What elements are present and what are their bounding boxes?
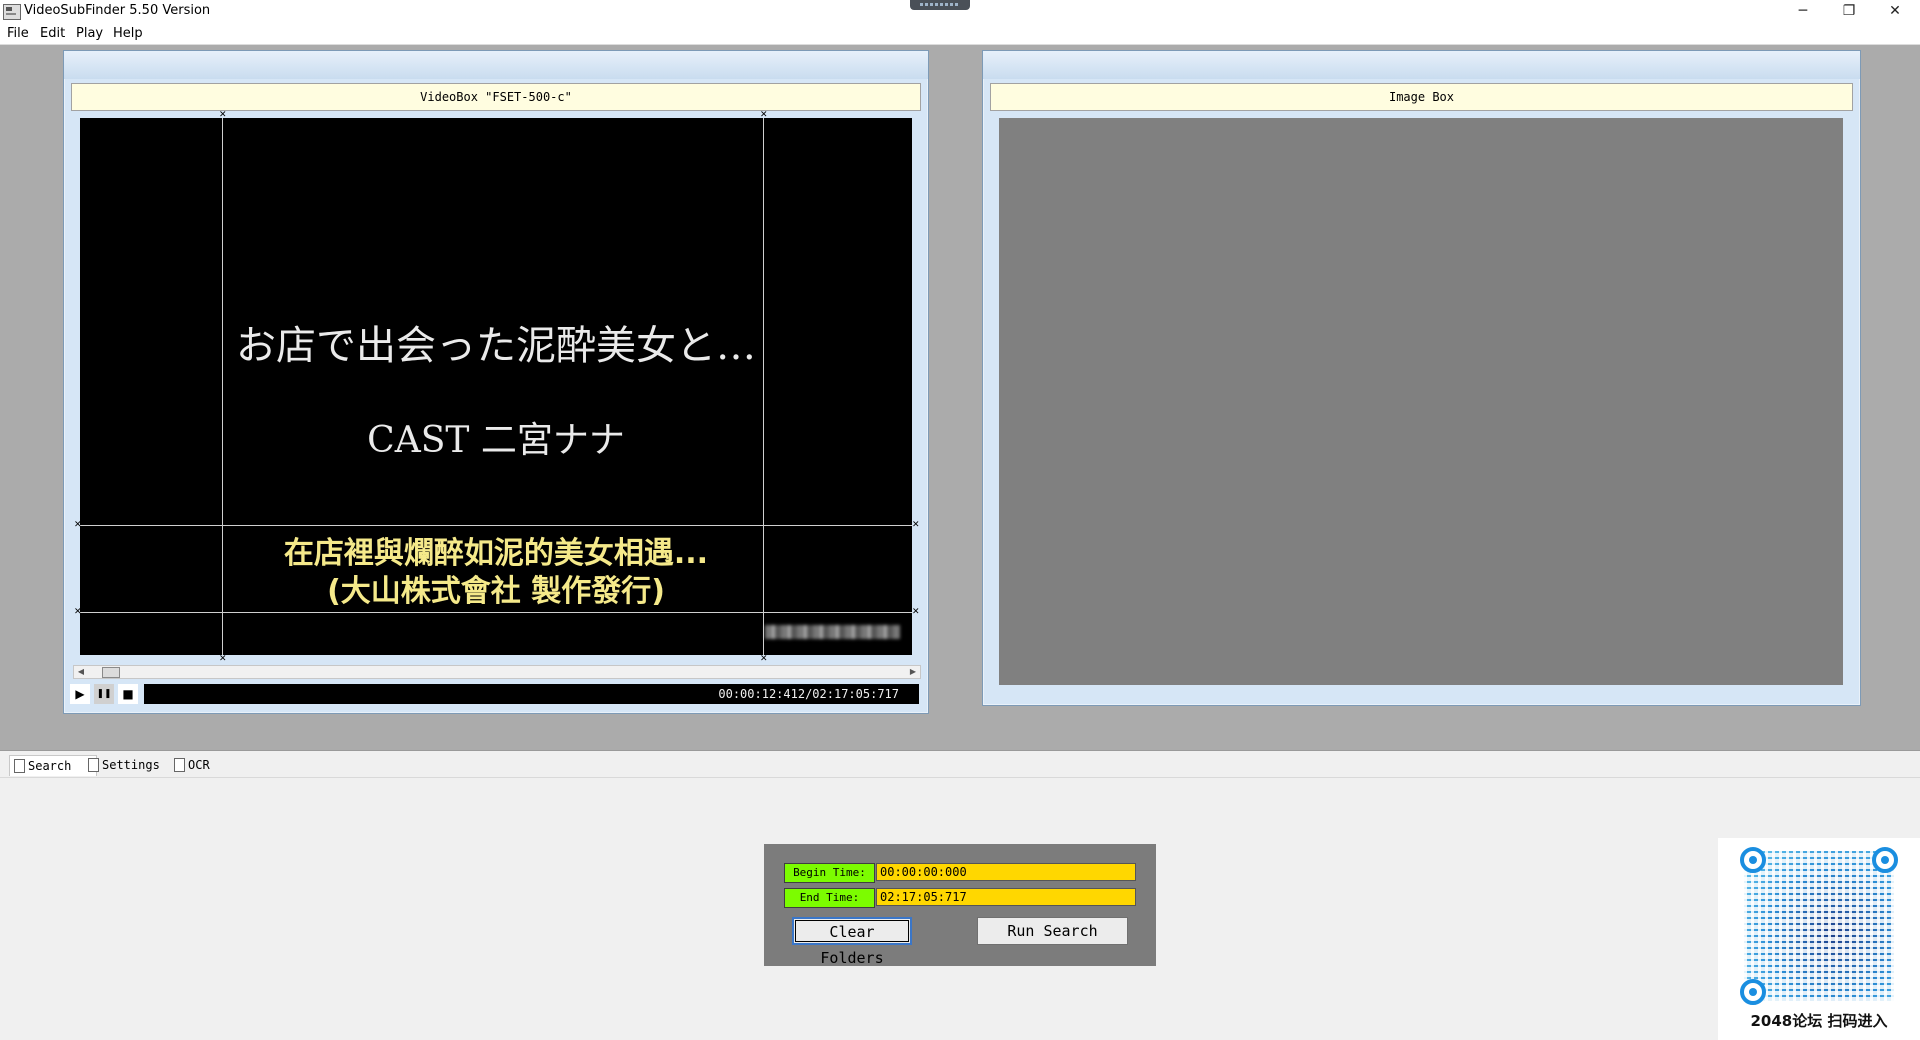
menu-edit[interactable]: Edit — [40, 26, 65, 41]
tab-strip: Search Settings OCR — [0, 751, 1920, 778]
image-panel-header[interactable] — [983, 51, 1860, 79]
end-time-label: End Time: — [784, 888, 875, 908]
menu-bar: File Edit Play Help — [0, 24, 1920, 45]
crop-marker-right-top-icon[interactable]: ✕ — [912, 521, 920, 530]
menu-help[interactable]: Help — [113, 26, 143, 41]
begin-time-label: Begin Time: — [784, 863, 875, 883]
play-button[interactable]: ▶ — [70, 684, 90, 704]
begin-time-field[interactable]: 00:00:00:000 — [876, 863, 1136, 881]
pause-button[interactable]: ❚❚ — [94, 684, 114, 704]
seek-right-arrow-icon[interactable]: ▶ — [906, 666, 920, 678]
qr-code-image — [1740, 847, 1898, 1005]
crop-line-left[interactable] — [222, 118, 223, 655]
video-frame[interactable]: お店で出会った泥酔美女と… CAST 二宮ナナ 在店裡與爛醉如泥的美女相遇...… — [80, 118, 912, 655]
crop-marker-right-bottom-icon[interactable]: ✕ — [912, 608, 920, 617]
crop-line-right[interactable] — [763, 118, 764, 655]
menu-file[interactable]: File — [7, 26, 29, 41]
end-time-field[interactable]: 02:17:05:717 — [876, 888, 1136, 906]
tab-settings[interactable]: Settings — [84, 755, 182, 775]
video-box-caption: VideoBox "FSET-500-c" — [71, 83, 921, 111]
image-area — [999, 118, 1843, 685]
app-icon — [3, 4, 21, 20]
crop-marker-bottom-right-icon[interactable]: ✕ — [760, 655, 768, 664]
crop-line-top[interactable] — [80, 525, 912, 526]
seek-left-arrow-icon[interactable]: ◀ — [74, 666, 88, 678]
crop-line-bottom[interactable] — [80, 612, 912, 613]
tab-settings-label: Settings — [102, 758, 160, 772]
window-title: VideoSubFinder 5.50 Version — [24, 3, 211, 18]
workspace: VideoBox "FSET-500-c" お店で出会った泥酔美女と… CAST… — [0, 45, 1920, 751]
tab-ocr[interactable]: OCR — [170, 755, 232, 775]
title-bar: VideoSubFinder 5.50 Version ─ ❐ ✕ — [0, 0, 1920, 24]
minimize-button[interactable]: ─ — [1780, 0, 1826, 22]
crop-marker-top-left-icon[interactable]: ✕ — [219, 111, 227, 120]
tab-ocr-label: OCR — [188, 758, 210, 772]
crop-marker-left-bottom-icon[interactable]: ✕ — [74, 608, 82, 617]
tab-search-label: Search — [28, 759, 72, 773]
video-panel-header[interactable] — [64, 51, 928, 79]
seek-thumb[interactable] — [102, 667, 120, 678]
qr-caption: 2048论坛 扫码进入 — [1750, 1012, 1888, 1030]
subtitle-line-2: (大山株式會社 製作發行) — [327, 574, 665, 609]
document-icon — [14, 759, 25, 773]
qr-finder-icon — [1740, 979, 1766, 1005]
time-display: 00:00:12:412/02:17:05:717 — [144, 684, 919, 704]
stop-button[interactable]: ■ — [118, 684, 138, 704]
crop-marker-left-top-icon[interactable]: ✕ — [74, 521, 82, 530]
drag-grip[interactable] — [910, 0, 970, 10]
video-panel: VideoBox "FSET-500-c" お店で出会った泥酔美女と… CAST… — [63, 50, 929, 714]
qr-finder-icon — [1872, 847, 1898, 873]
run-search-button[interactable]: Run Search — [977, 917, 1128, 945]
crop-marker-top-right-icon[interactable]: ✕ — [760, 111, 768, 120]
seek-bar[interactable]: ◀ ▶ — [73, 665, 921, 679]
document-icon — [174, 758, 185, 772]
document-icon — [88, 758, 99, 772]
qr-finder-icon — [1740, 847, 1766, 873]
clear-folders-button[interactable]: Clear Folders — [792, 917, 912, 967]
blurred-watermark — [765, 625, 900, 639]
image-box-caption: Image Box — [990, 83, 1853, 111]
video-text-title: お店で出会った泥酔美女と… — [236, 323, 756, 369]
close-button[interactable]: ✕ — [1872, 0, 1918, 22]
bottom-pane: Search Settings OCR Begin Time: 00:00:00… — [0, 751, 1920, 1040]
video-text-cast: CAST 二宮ナナ — [367, 420, 625, 461]
crop-marker-bottom-left-icon[interactable]: ✕ — [219, 655, 227, 664]
maximize-button[interactable]: ❐ — [1826, 0, 1872, 22]
search-controls: Begin Time: 00:00:00:000 End Time: 02:17… — [764, 844, 1156, 967]
image-panel: Image Box — [982, 50, 1861, 706]
qr-overlay: 2048论坛 扫码进入 — [1718, 838, 1920, 1040]
menu-play[interactable]: Play — [76, 26, 103, 41]
